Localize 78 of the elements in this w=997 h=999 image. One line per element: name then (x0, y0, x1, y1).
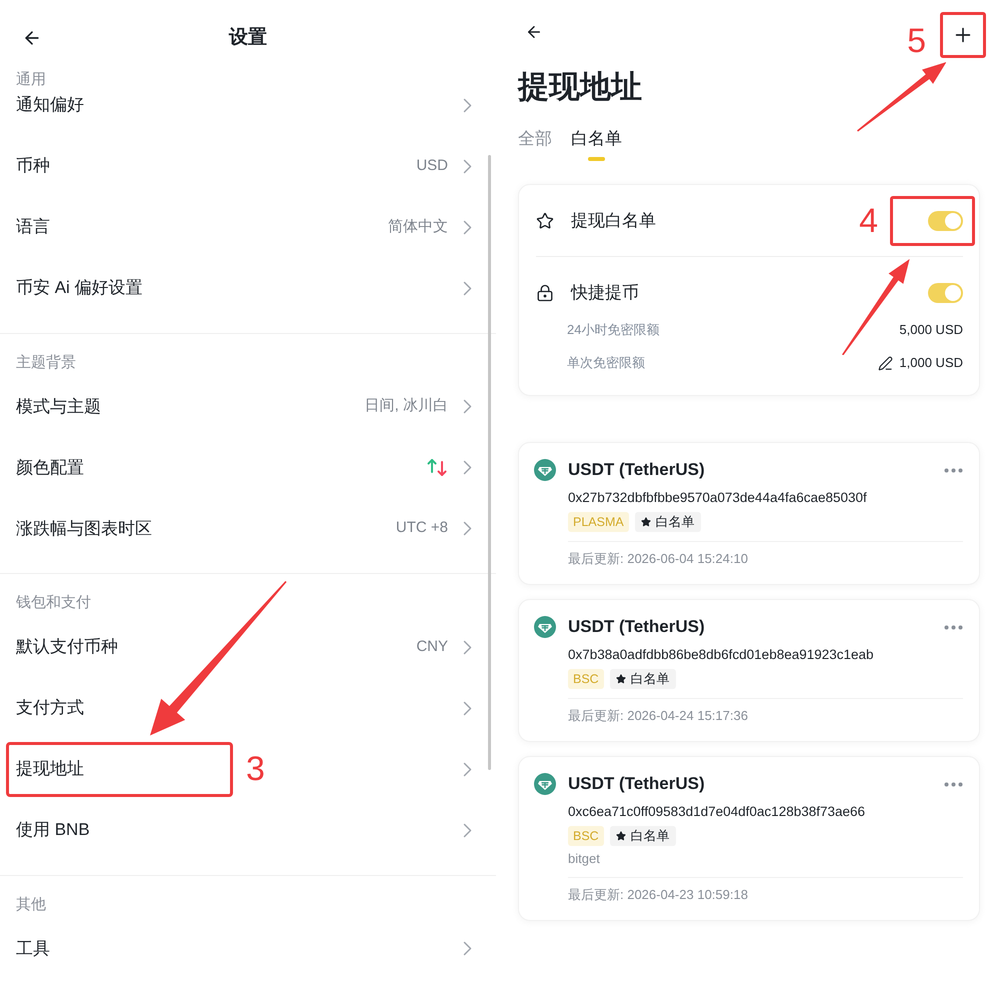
toggle-switch[interactable] (928, 211, 963, 231)
page-heading: 提现地址 (518, 69, 642, 104)
chevron-right-icon[interactable] (463, 822, 472, 838)
star-icon (616, 674, 626, 684)
setting-value: USD (416, 156, 448, 176)
back-button[interactable] (525, 23, 543, 41)
chevron-right-icon[interactable] (463, 941, 472, 956)
setting-label[interactable]: 颜色配置 (16, 454, 84, 480)
wallet-address: 0x7b38a0adfdbb86be8db6fcd01eb8ea91923c1eab (568, 646, 874, 664)
tab-indicator (588, 157, 605, 161)
whitelist-label: 白名单 (656, 513, 695, 531)
last-updated: 最后更新: 2026-04-23 10:59:18 (568, 886, 748, 904)
limit-value: 5,000 USD (899, 321, 963, 340)
network-tag: PLASMA (568, 512, 629, 532)
setting-label[interactable]: 提现地址 (16, 756, 84, 782)
setting-label[interactable]: 模式与主题 (16, 394, 101, 420)
whitelist-label: 白名单 (630, 827, 670, 845)
setting-label[interactable]: 工具 (16, 936, 50, 962)
chevron-right-icon[interactable] (463, 640, 472, 654)
setting-label[interactable]: 币安 Ai 偏好设置 (16, 275, 143, 301)
coin-name: USDT (TetherUS) (568, 616, 705, 638)
chevron-right-icon[interactable] (463, 762, 472, 776)
more-icon[interactable] (944, 624, 963, 630)
setting-value: CNY (416, 636, 448, 657)
wallet-address: 0xc6ea71c0ff09583d1d7e04df0ac128b38f73ae66 (568, 803, 866, 821)
setting-label[interactable]: 默认支付币种 (16, 634, 118, 660)
chevron-right-icon[interactable] (463, 158, 472, 174)
section-header: 其他 (16, 894, 46, 914)
setting-label[interactable]: 币种 (16, 153, 50, 179)
up-down-arrows-icon (427, 458, 448, 477)
setting-label[interactable]: 使用 BNB (16, 817, 90, 843)
chevron-right-icon[interactable] (463, 220, 472, 234)
annotation-number: 5 (907, 23, 926, 59)
network-tag: BSC (568, 826, 604, 846)
setting-value: 日间, 冰川白 (364, 396, 448, 416)
star-icon (640, 517, 651, 527)
annotation-number: 4 (859, 203, 878, 239)
setting-label[interactable]: 通知偏好 (16, 92, 84, 118)
last-updated: 最后更新: 2026-04-24 15:17:36 (568, 707, 748, 725)
network-tag: BSC (568, 669, 604, 689)
star-icon (536, 212, 554, 230)
coin-name: USDT (TetherUS) (568, 459, 705, 481)
page-title: 设置 (229, 26, 267, 50)
coin-icon (534, 459, 556, 481)
more-icon[interactable] (944, 468, 963, 472)
limit-label: 24小时免密限额 (567, 321, 660, 340)
toggle-label: 快捷提币 (571, 282, 639, 304)
setting-label[interactable]: 语言 (16, 214, 50, 240)
section-header: 钱包和支付 (16, 593, 91, 613)
chevron-right-icon[interactable] (463, 98, 472, 112)
chevron-right-icon[interactable] (463, 460, 472, 475)
setting-label[interactable]: 涨跌幅与图表时区 (16, 516, 152, 542)
toggle-label: 提现白名单 (571, 210, 656, 232)
star-icon (616, 831, 626, 841)
section-header: 主题背景 (16, 352, 76, 372)
coin-icon (534, 773, 556, 795)
last-updated: 最后更新: 2026-06-04 15:24:10 (568, 550, 748, 568)
chevron-right-icon[interactable] (463, 521, 472, 536)
toggle-switch[interactable] (928, 283, 963, 303)
coin-icon (534, 616, 556, 638)
pencil-icon[interactable] (878, 356, 894, 370)
setting-value: UTC +8 (396, 518, 448, 538)
address-note: bitget (568, 850, 600, 868)
chevron-right-icon[interactable] (463, 280, 472, 296)
limit-value: 1,000 USD (899, 354, 963, 372)
lock-icon (536, 284, 554, 302)
chevron-right-icon[interactable] (463, 700, 472, 716)
whitelist-label: 白名单 (630, 670, 670, 688)
coin-name: USDT (TetherUS) (568, 773, 705, 795)
annotation-number: 3 (246, 751, 265, 787)
tab[interactable]: 白名单 (571, 127, 622, 151)
wallet-address: 0x27b732dbfbfbbe9570a073de44a4fa6cae85030f (568, 489, 867, 507)
chevron-right-icon[interactable] (463, 399, 472, 414)
setting-label[interactable]: 支付方式 (16, 695, 84, 721)
more-icon[interactable] (944, 782, 963, 786)
limit-label: 单次免密限额 (567, 354, 645, 372)
setting-value: 简体中文 (388, 216, 448, 237)
section-header: 通用 (16, 70, 46, 90)
